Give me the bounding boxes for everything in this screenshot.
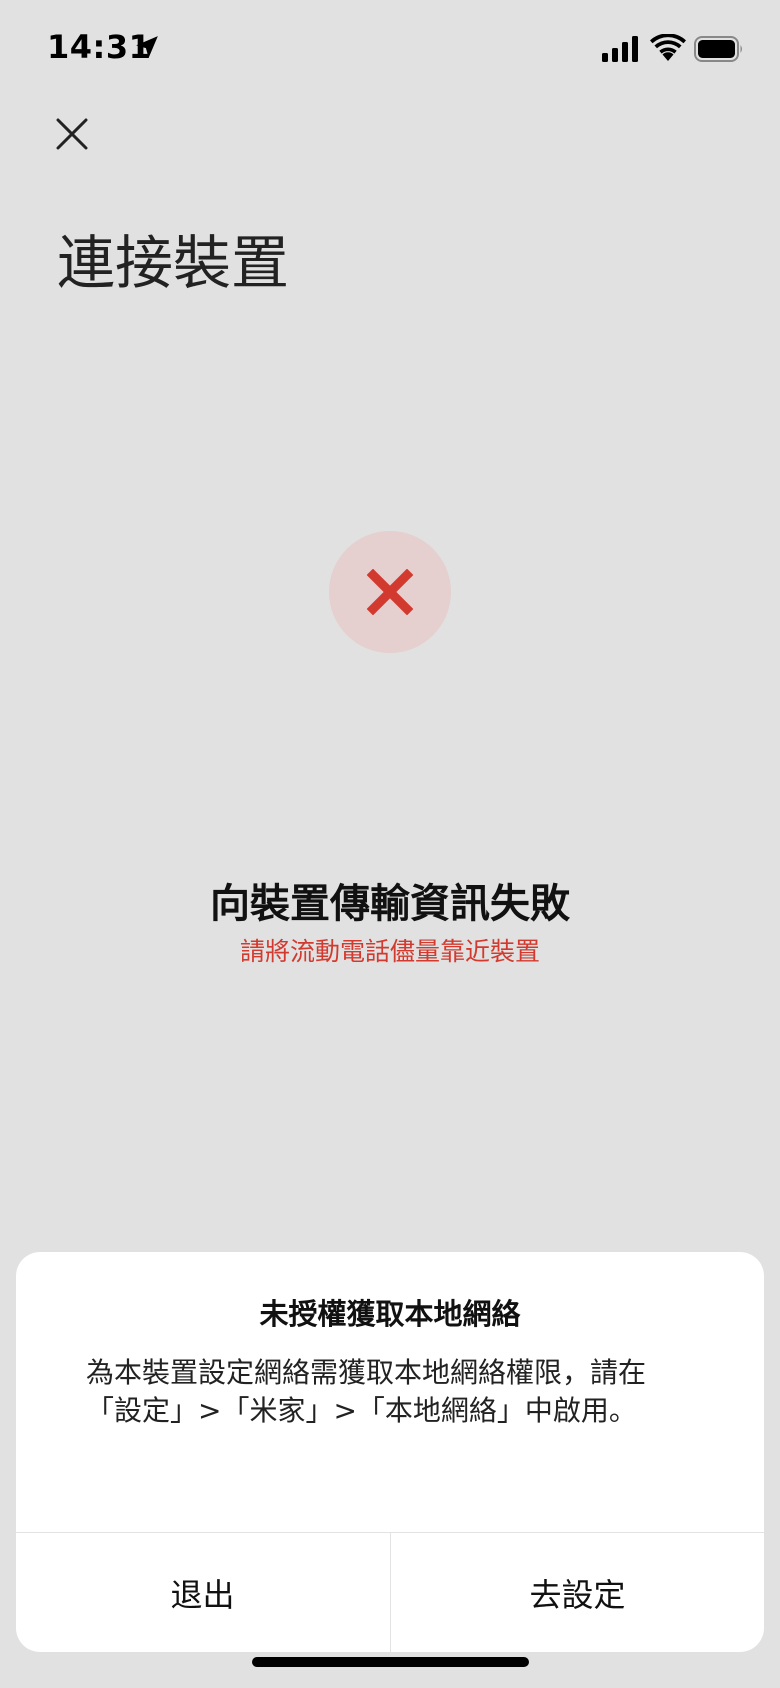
failure-title: 向裝置傳輸資訊失敗 <box>210 881 570 927</box>
dialog-title: 未授權獲取本地網絡 <box>259 1297 521 1331</box>
wifi-icon <box>650 34 686 61</box>
permission-dialog: 未授權獲取本地網絡 為本裝置設定網絡需獲取本地網絡權限，請在「設定」>「米家」>… <box>16 1252 764 1652</box>
error-indicator <box>329 531 451 653</box>
location-arrow-icon <box>136 36 158 58</box>
cellular-signal-icon <box>602 36 638 62</box>
dialog-message: 為本裝置設定網絡需獲取本地網絡權限，請在「設定」>「米家」>「本地網絡」中啟用。 <box>86 1356 647 1427</box>
battery-icon <box>694 36 742 62</box>
close-icon[interactable] <box>48 110 94 156</box>
status-bar: 14:31 <box>0 0 780 100</box>
home-indicator[interactable] <box>252 1657 529 1667</box>
go-to-settings-button[interactable]: 去設定 <box>391 1533 764 1652</box>
page-title: 連接裝置 <box>57 229 290 297</box>
error-x-icon <box>367 569 413 615</box>
failure-hint: 請將流動電話儘量靠近裝置 <box>239 937 540 966</box>
exit-button[interactable]: 退出 <box>16 1533 389 1652</box>
